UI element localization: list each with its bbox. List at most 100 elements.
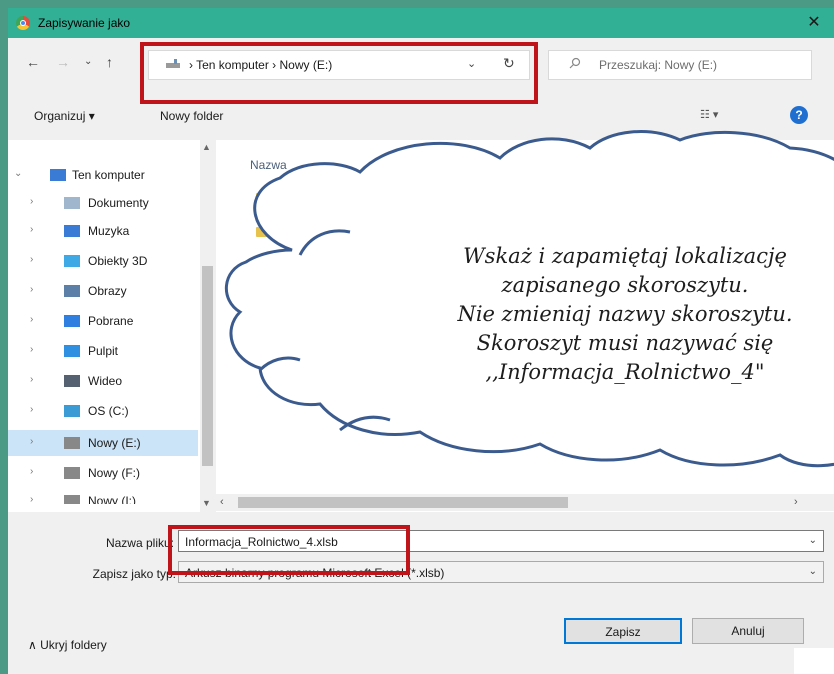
chevron-icon[interactable]: ›: [30, 466, 33, 477]
music-icon: [64, 225, 80, 237]
sidebar-item[interactable]: › Obrazy: [8, 278, 198, 304]
sidebar-item[interactable]: › Obiekty 3D: [8, 248, 198, 274]
sidebar-item-label: Obiekty 3D: [88, 254, 148, 268]
computer-icon: [50, 169, 66, 181]
sidebar-item-label: Obrazy: [88, 284, 127, 298]
title-bar: Zapisywanie jako ✕: [8, 8, 834, 38]
chevron-icon[interactable]: ›: [30, 196, 33, 207]
navigation-scrollbar[interactable]: ▲ ▼: [200, 140, 215, 512]
horizontal-scrollbar-thumb[interactable]: [238, 497, 568, 508]
file-date: 2018-07-08 20:37: [626, 226, 721, 240]
sidebar-item[interactable]: › Nowy (I:): [8, 488, 198, 504]
highlight-address-bar: [140, 42, 538, 104]
drive-c-icon: [64, 405, 80, 417]
sidebar-item[interactable]: › Nowy (E:): [8, 430, 198, 456]
sidebar-item-label: Muzyka: [88, 224, 130, 238]
chevron-icon[interactable]: ›: [30, 314, 33, 325]
horizontal-scrollbar[interactable]: ‹ ›: [216, 494, 834, 511]
resize-grip[interactable]: [794, 648, 834, 674]
file-name: DeskPub: [278, 192, 327, 206]
sidebar-item-label: Ten komputer: [72, 168, 145, 182]
hide-folders-button[interactable]: ∧ Ukryj foldery: [28, 638, 107, 652]
save-as-dialog: Zapisywanie jako ✕ ← → ⌄ ↑ › Ten kompute…: [8, 8, 834, 674]
file-type: Fol: [812, 226, 829, 240]
column-header-type[interactable]: Typ: [812, 158, 831, 172]
file-type: Fol: [812, 192, 829, 206]
chevron-icon[interactable]: ›: [30, 436, 33, 447]
sidebar-item[interactable]: › OS (C:): [8, 398, 198, 424]
chevron-icon[interactable]: ›: [30, 374, 33, 385]
sidebar-item-label: Wideo: [88, 374, 123, 388]
file-type-label: Zapisz jako typ:: [92, 567, 176, 581]
scrollbar-thumb[interactable]: [202, 266, 213, 466]
chevron-icon[interactable]: ›: [30, 284, 33, 295]
file-date: 2023-09-07 18:43: [626, 192, 721, 206]
desktop-icon: [64, 345, 80, 357]
command-toolbar: Organizuj ▾ Nowy folder ☷ ▾ ?: [8, 104, 834, 130]
drive-e-icon: [64, 437, 80, 449]
search-box[interactable]: Przeszukaj: Nowy (E:): [548, 50, 812, 80]
folder-icon: [256, 227, 268, 237]
help-icon[interactable]: ?: [790, 106, 808, 124]
column-header-date[interactable]: Data modyfikacji: [626, 158, 714, 172]
file-row[interactable]: DeskPub 2023-09-07 18:43 Fol: [256, 190, 834, 212]
navigation-pane: ⌄ Ten komputer › Dokumenty › Muzyka › Obiekty 3…: [8, 140, 208, 512]
search-placeholder: Przeszukaj: Nowy (E:): [599, 58, 718, 72]
downloads-icon: [64, 315, 80, 327]
chevron-icon[interactable]: ›: [30, 254, 33, 265]
recent-locations-button[interactable]: ⌄: [84, 56, 92, 67]
sidebar-item[interactable]: › Muzyka: [8, 218, 198, 244]
chevron-icon[interactable]: ›: [30, 404, 33, 415]
sidebar-item[interactable]: › Wideo: [8, 368, 198, 394]
up-button[interactable]: ↑: [106, 54, 113, 70]
video-icon: [64, 375, 80, 387]
sidebar-item-label: OS (C:): [88, 404, 129, 418]
dialog-footer: ∧ Ukryj foldery Zapisz Anuluj: [8, 596, 834, 674]
chevron-icon[interactable]: ›: [30, 494, 33, 504]
sidebar-item-label: Dokumenty: [88, 196, 149, 210]
filename-label: Nazwa pliku:: [105, 536, 174, 550]
drive-i-icon: [64, 495, 80, 504]
window-title: Zapisywanie jako: [38, 16, 131, 30]
save-button[interactable]: Zapisz: [564, 618, 682, 644]
organize-menu[interactable]: Organizuj ▾: [34, 109, 95, 123]
sidebar-item[interactable]: › Dokumenty: [8, 190, 198, 216]
drive-f-icon: [64, 467, 80, 479]
sort-arrow-icon: ^: [430, 144, 435, 154]
scroll-right-icon[interactable]: ›: [794, 496, 798, 508]
file-type-dropdown-icon[interactable]: ⌄: [809, 566, 817, 577]
chevron-icon[interactable]: ›: [30, 344, 33, 355]
file-name: Jaw: [278, 226, 300, 240]
highlight-filename: [168, 525, 410, 575]
cancel-button[interactable]: Anuluj: [692, 618, 804, 644]
back-button[interactable]: ←: [26, 54, 40, 70]
folder-icon: [256, 193, 268, 203]
documents-icon: [64, 197, 80, 209]
chrome-app-icon: [16, 16, 30, 30]
file-list: ^ Nazwa Data modyfikacji Typ DeskPub 202…: [216, 140, 834, 512]
forward-button[interactable]: →: [56, 54, 70, 70]
sidebar-item[interactable]: ⌄ Ten komputer: [8, 162, 198, 188]
column-header-name[interactable]: Nazwa: [250, 158, 287, 172]
new-folder-button[interactable]: Nowy folder: [160, 109, 223, 123]
scroll-down-icon[interactable]: ▼: [202, 498, 211, 508]
pictures-icon: [64, 285, 80, 297]
objects3d-icon: [64, 255, 80, 267]
chevron-icon[interactable]: ⌄: [14, 168, 22, 179]
sidebar-item[interactable]: › Nowy (F:): [8, 460, 198, 486]
sidebar-item[interactable]: › Pulpit: [8, 338, 198, 364]
sidebar-item-label: Nowy (E:): [88, 436, 141, 450]
file-row[interactable]: Jaw 2018-07-08 20:37 Fol: [256, 224, 834, 246]
close-button[interactable]: ✕: [794, 8, 834, 38]
view-options-button[interactable]: ☷ ▾: [700, 108, 718, 121]
chevron-icon[interactable]: ›: [30, 224, 33, 235]
scroll-left-icon[interactable]: ‹: [220, 496, 224, 508]
sidebar-item-label: Nowy (F:): [88, 466, 140, 480]
sidebar-item-label: Nowy (I:): [88, 494, 136, 504]
filename-dropdown-icon[interactable]: ⌄: [809, 535, 817, 546]
sidebar-item[interactable]: › Pobrane: [8, 308, 198, 334]
search-icon: [569, 57, 581, 69]
sidebar-item-label: Pobrane: [88, 314, 134, 328]
sidebar-item-label: Pulpit: [88, 344, 119, 358]
scroll-up-icon[interactable]: ▲: [202, 142, 211, 152]
